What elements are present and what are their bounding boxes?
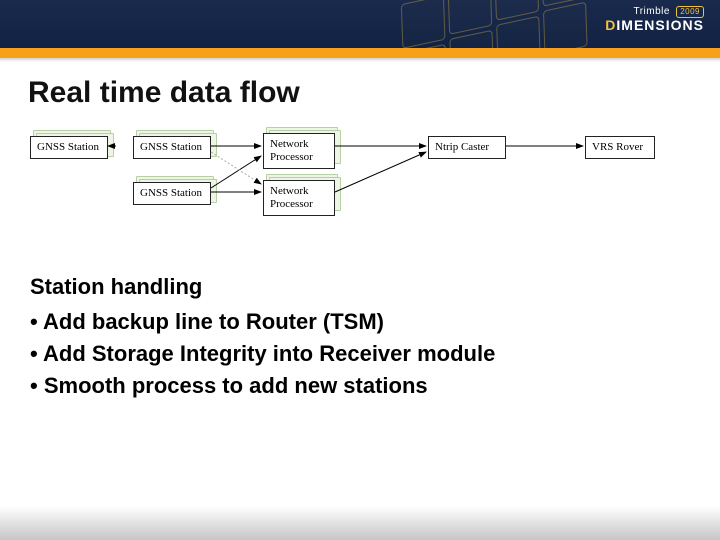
page-title: Real time data flow bbox=[0, 58, 720, 120]
node-vrs-rover: VRS Rover bbox=[585, 136, 655, 159]
brand-block: Trimble 2009 DIMENSIONS bbox=[605, 6, 704, 32]
brand-company: Trimble bbox=[633, 6, 669, 17]
bullet-item: Add Storage Integrity into Receiver modu… bbox=[30, 338, 690, 370]
brand-event: DIMENSIONS bbox=[605, 18, 704, 32]
section-heading: Station handling bbox=[30, 274, 690, 300]
bullet-item: Smooth process to add new stations bbox=[30, 370, 690, 402]
bullet-item: Add backup line to Router (TSM) bbox=[30, 306, 690, 338]
header-decor-grid bbox=[400, 0, 639, 48]
node-gnss-station-1: GNSS Station bbox=[30, 136, 108, 159]
bullet-list: Add backup line to Router (TSM) Add Stor… bbox=[30, 306, 690, 402]
flow-diagram: GNSS Station GNSS Station GNSS Station N… bbox=[30, 124, 690, 234]
brand-event-rest: IMENSIONS bbox=[616, 17, 704, 33]
node-ntrip-caster: Ntrip Caster bbox=[428, 136, 506, 159]
header-bar: Trimble 2009 DIMENSIONS bbox=[0, 0, 720, 48]
node-network-processor-1: Network Processor bbox=[263, 133, 335, 169]
content-block: Station handling Add backup line to Rout… bbox=[0, 234, 720, 402]
footer-gradient bbox=[0, 506, 720, 540]
node-gnss-station-3: GNSS Station bbox=[133, 182, 211, 205]
header-accent-bar bbox=[0, 48, 720, 58]
node-gnss-station-2: GNSS Station bbox=[133, 136, 211, 159]
node-network-processor-2: Network Processor bbox=[263, 180, 335, 216]
